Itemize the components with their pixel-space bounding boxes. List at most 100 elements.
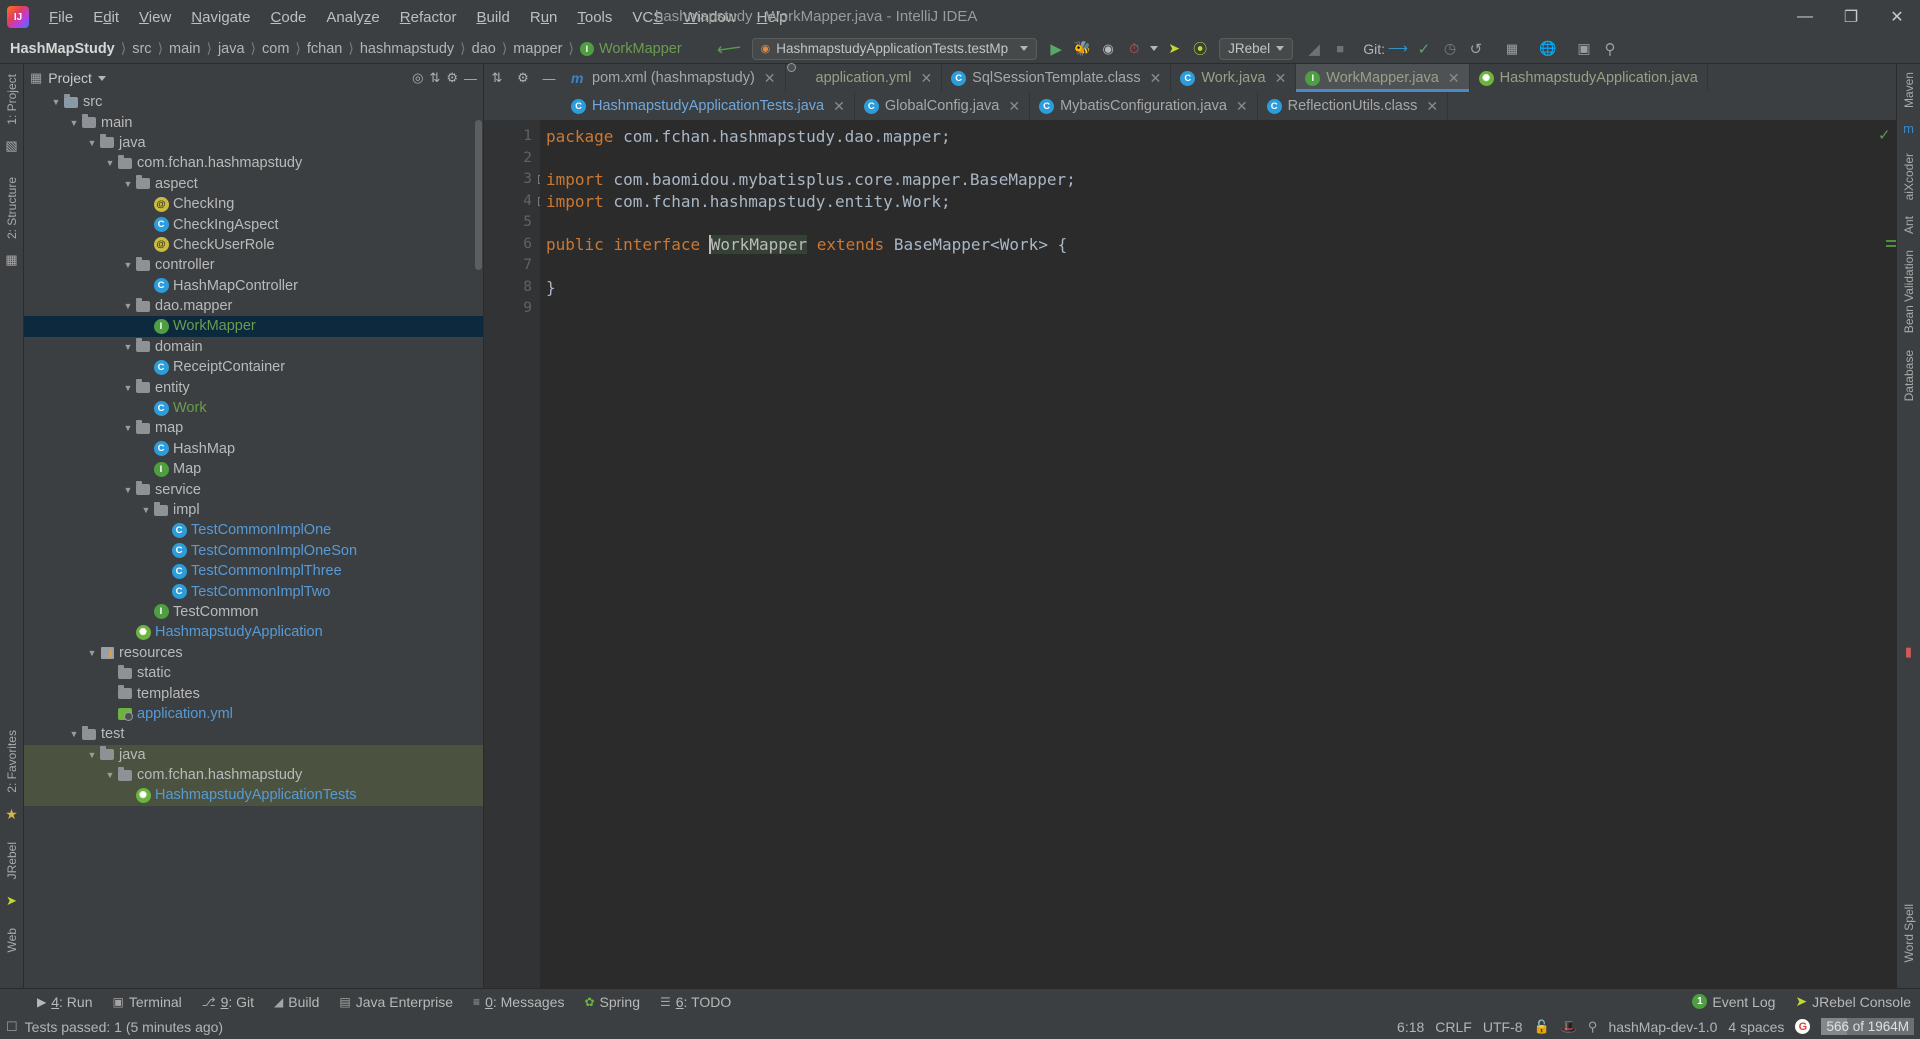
editor-tab[interactable]: C ReflectionUtils.class ✕ [1257, 92, 1449, 120]
breadcrumb-item-1[interactable]: src [132, 41, 151, 57]
tool-window-button[interactable]: ✿ Spring [575, 994, 649, 1010]
jrebel-rail-icon[interactable]: ➤ [6, 893, 17, 909]
structure-icon[interactable]: ▦ [1499, 37, 1525, 61]
update-project-icon[interactable]: ⟶ [1385, 37, 1411, 61]
chevron-down-icon[interactable]: ▼ [86, 750, 98, 760]
chevron-down-icon[interactable] [97, 75, 106, 81]
editor-tab[interactable]: application.yml ✕ [785, 64, 943, 92]
chevron-down-icon[interactable]: ▼ [50, 97, 62, 107]
run-icon[interactable]: ▶ [1043, 37, 1069, 61]
menu-edit[interactable]: Edit [83, 6, 129, 29]
code-line[interactable]: package com.fchan.hashmapstudy.dao.mappe… [540, 126, 1874, 148]
tool-window-button[interactable]: ▶ 4: Run [28, 994, 102, 1010]
menu-navigate[interactable]: Navigate [181, 6, 260, 29]
tool-window-button[interactable]: ≡ 0: Messages [464, 994, 573, 1010]
chevron-down-icon[interactable]: ▼ [122, 383, 134, 393]
editor-tab[interactable]: I WorkMapper.java ✕ [1296, 64, 1470, 92]
tree-node[interactable]: ▼ controller [24, 255, 483, 275]
editor-tab[interactable]: C GlobalConfig.java ✕ [854, 92, 1031, 120]
tree-node[interactable]: I Map [24, 459, 483, 479]
breadcrumb-item-3[interactable]: java [218, 41, 245, 57]
code-line[interactable] [540, 212, 1874, 234]
tree-node[interactable]: ▼ test [24, 724, 483, 744]
tree-node[interactable]: C HashMapController [24, 276, 483, 296]
tree-node[interactable]: ▼ src [24, 92, 483, 112]
chevron-down-icon[interactable]: ▼ [122, 342, 134, 352]
build-icon[interactable]: ◢ [1301, 37, 1327, 61]
close-icon[interactable]: ✕ [1448, 70, 1460, 87]
tree-node[interactable]: ▼ com.fchan.hashmapstudy [24, 153, 483, 173]
tree-node[interactable]: ▼ entity [24, 377, 483, 397]
read-only-lock-icon[interactable]: 🔓 [1534, 1019, 1550, 1035]
tree-node[interactable]: ▼ aspect [24, 174, 483, 194]
tree-node[interactable]: @ CheckUserRole [24, 235, 483, 255]
git-branch[interactable]: hashMap-dev-1.0 [1608, 1019, 1717, 1035]
rail-item-project[interactable]: 1: Project [5, 74, 19, 125]
tool-window-button[interactable]: ◢ Build [265, 994, 328, 1010]
jrebel-run-icon[interactable]: ➤ [1161, 37, 1187, 61]
profiler-icon[interactable]: ⏱ [1121, 37, 1147, 61]
tree-node[interactable]: ▼ map [24, 418, 483, 438]
editor-tab[interactable]: m pom.xml (hashmapstudy) ✕ [562, 64, 786, 92]
stop-icon[interactable]: ■ [1327, 37, 1353, 61]
caret-position[interactable]: 6:18 [1397, 1019, 1424, 1035]
history-icon[interactable]: ◷ [1437, 37, 1463, 61]
maven-rail-icon[interactable]: ▧ [5, 138, 17, 154]
code-content[interactable]: package com.fchan.hashmapstudy.dao.mappe… [540, 120, 1874, 988]
menu-build[interactable]: Build [466, 6, 519, 29]
menu-run[interactable]: Run [520, 6, 568, 29]
back-arrow-icon[interactable]: ⟵ [714, 35, 743, 62]
tree-node[interactable]: static [24, 663, 483, 683]
rail-item-word-spell[interactable]: Word Spell [1902, 904, 1916, 962]
tree-node[interactable]: C TestCommonImplOne [24, 520, 483, 540]
chevron-down-icon[interactable]: ▼ [140, 505, 152, 515]
indent-setting[interactable]: 4 spaces [1728, 1019, 1784, 1035]
tree-node[interactable]: @ CheckIng [24, 194, 483, 214]
debug-icon[interactable]: 🐝 [1069, 37, 1095, 61]
breadcrumb-item-5[interactable]: fchan [307, 41, 342, 57]
tree-node[interactable]: application.yml [24, 704, 483, 724]
breadcrumb-item-7[interactable]: dao [472, 41, 496, 57]
google-icon[interactable]: G [1795, 1019, 1811, 1034]
tool-window-button[interactable]: ➤ JRebel Console [1786, 993, 1920, 1010]
tool-window-button[interactable]: ▣ Terminal [104, 994, 191, 1010]
tree-node[interactable]: ▼ impl [24, 500, 483, 520]
tree-node[interactable]: C Work [24, 398, 483, 418]
project-tree[interactable]: ▼ src ▼ main ▼ java ▼ com.fchan.hashmapstudy ▼ as… [24, 92, 483, 988]
breadcrumb-item-8[interactable]: mapper [513, 41, 562, 57]
code-line[interactable]: import com.fchan.hashmapstudy.entity.Wor… [540, 191, 1874, 213]
presentation-icon[interactable]: ▣ [1571, 37, 1597, 61]
breadcrumb-item-9[interactable]: WorkMapper [599, 41, 682, 57]
collapse-all-icon[interactable]: ⇅ [429, 70, 440, 86]
chevron-down-icon[interactable]: ▼ [86, 138, 98, 148]
tree-node[interactable]: ▼ dao.mapper [24, 296, 483, 316]
tree-node[interactable]: ▼ com.fchan.hashmapstudy [24, 764, 483, 786]
chevron-down-icon[interactable]: ▼ [86, 648, 98, 658]
locate-file-icon[interactable]: ◎ [412, 70, 423, 86]
tree-node[interactable]: ▼ java [24, 133, 483, 153]
menu-file[interactable]: File [39, 6, 83, 29]
editor-tab[interactable]: C SqlSessionTemplate.class ✕ [942, 64, 1172, 92]
tree-node[interactable]: C TestCommonImplTwo [24, 581, 483, 601]
commit-icon[interactable]: ✓ [1411, 37, 1437, 61]
tree-node[interactable]: templates [24, 683, 483, 703]
rail-item-jrebel[interactable]: JRebel [5, 842, 19, 879]
menu-code[interactable]: Code [261, 6, 317, 29]
tree-node[interactable]: ✺ HashmapstudyApplication [24, 622, 483, 642]
rail-item-aixcoder[interactable]: aiXcoder [1902, 153, 1916, 200]
tree-node[interactable]: C TestCommonImplOneSon [24, 541, 483, 561]
tree-node[interactable]: ▼ java [24, 744, 483, 765]
code-line[interactable]: import com.baomidou.mybatisplus.core.map… [540, 169, 1874, 191]
menu-view[interactable]: View [129, 6, 181, 29]
chevron-down-icon[interactable] [1020, 46, 1029, 51]
rail-item-ant[interactable]: Ant [1902, 216, 1916, 234]
close-icon[interactable]: ✕ [1426, 98, 1438, 115]
run-configuration-selector[interactable]: ◉ HashmapstudyApplicationTests.testMp [751, 37, 1038, 60]
line-separator[interactable]: CRLF [1435, 1019, 1472, 1035]
close-button[interactable]: ✕ [1874, 0, 1920, 34]
chevron-down-icon[interactable]: ▼ [104, 158, 116, 168]
code-editor[interactable]: 1 2 3−4 5 6 7 8 9 package com.fchan.hashmapstud… [484, 120, 1896, 988]
tree-node[interactable]: ▼ resources [24, 643, 483, 663]
close-icon[interactable]: ✕ [764, 70, 776, 87]
tree-node[interactable]: C CheckIngAspect [24, 214, 483, 234]
